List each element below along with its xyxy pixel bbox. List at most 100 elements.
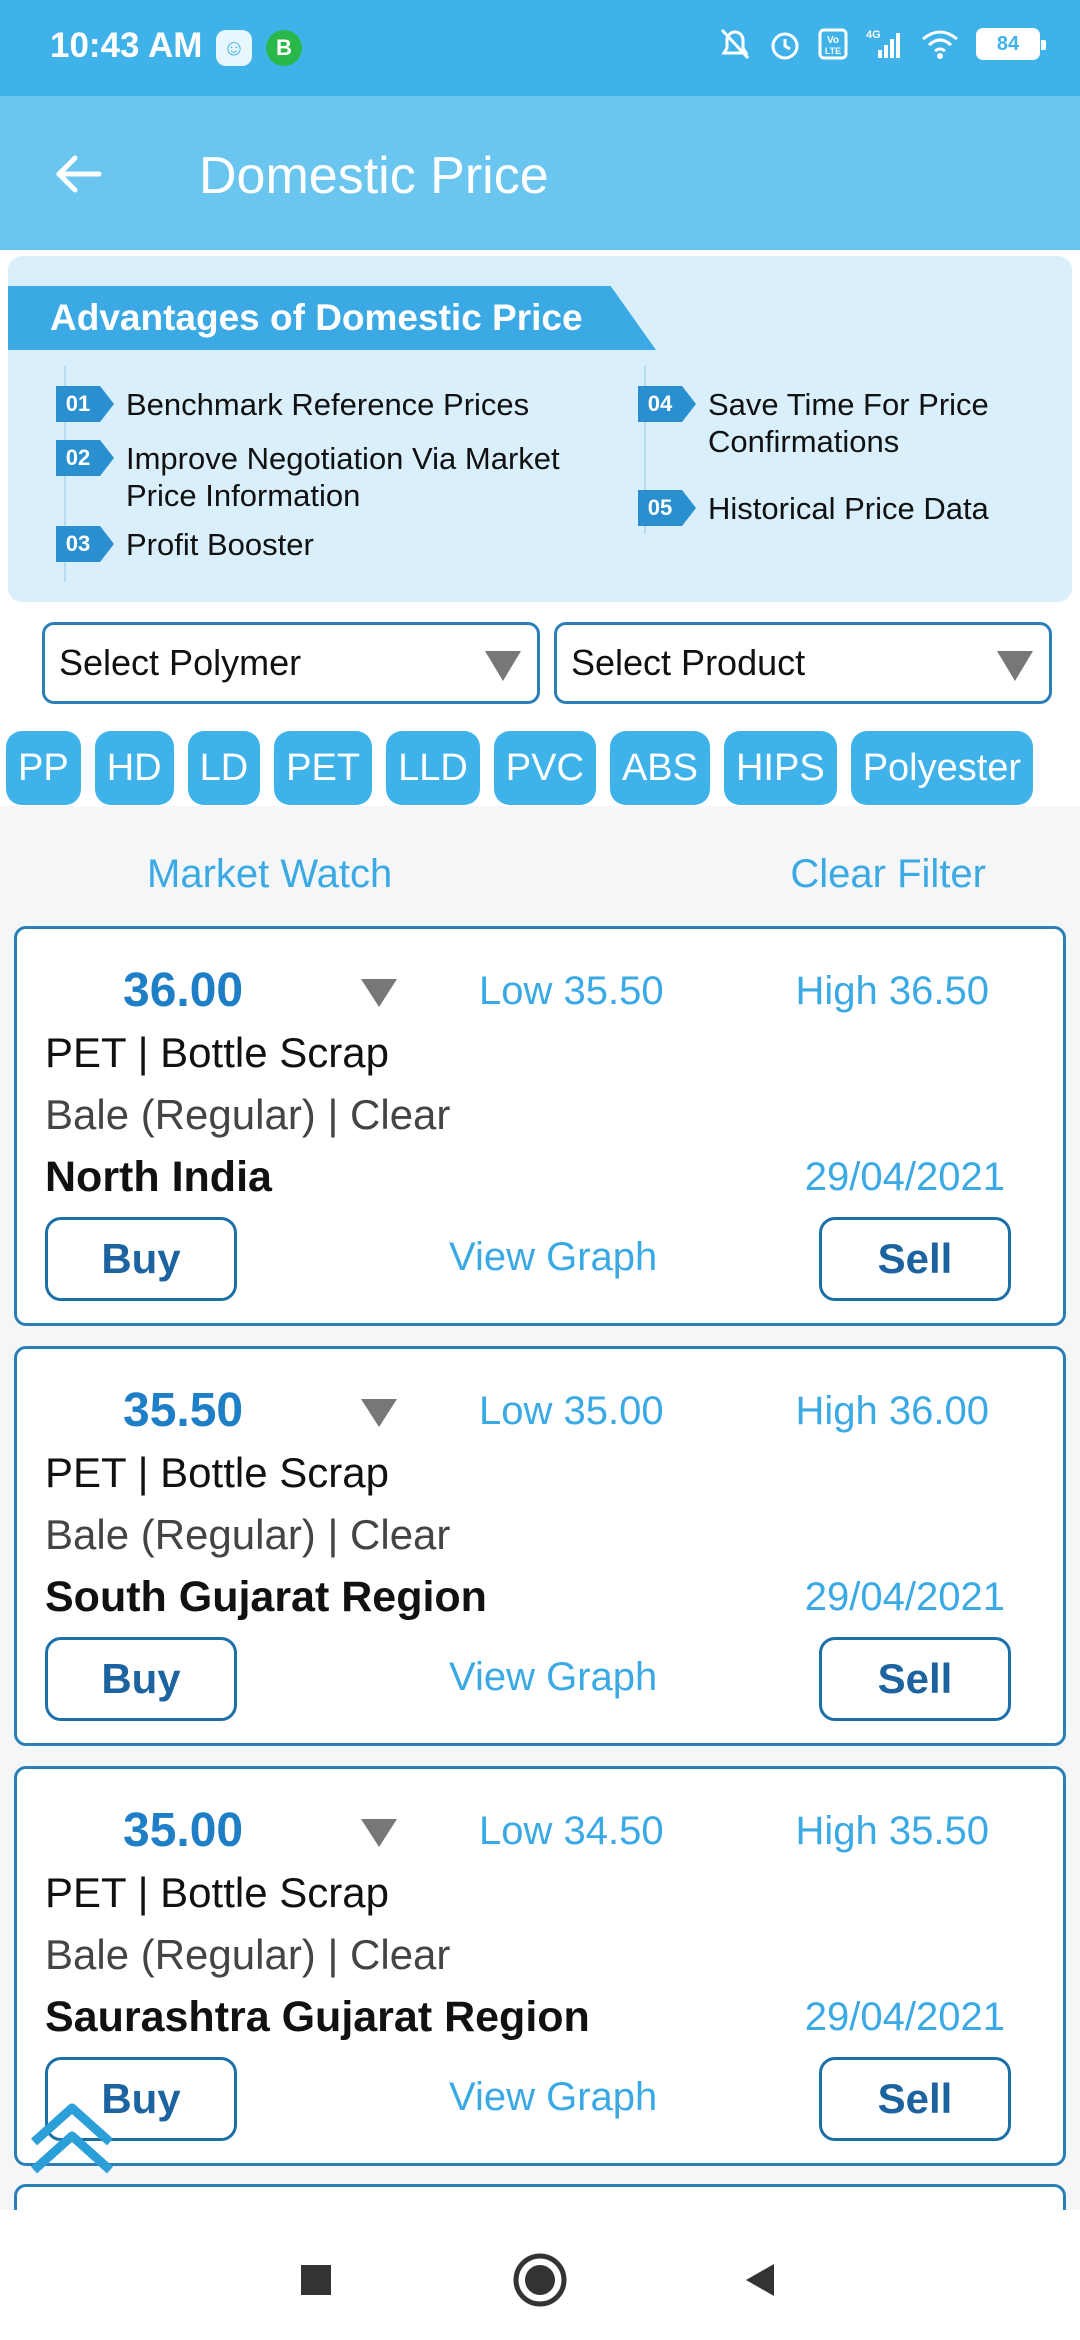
select-polymer-dropdown[interactable]: Select Polymer <box>42 622 540 704</box>
region-name: North India <box>45 1153 272 1201</box>
status-time: 10:43 AM <box>50 26 203 65</box>
advantage-item-05: 05 Historical Price Data <box>638 490 1058 527</box>
dropdown-arrow-icon <box>485 651 521 681</box>
advantage-text: Improve Negotiation Via Market Price Inf… <box>126 441 560 513</box>
advantage-number: 02 <box>56 440 114 476</box>
trend-down-icon <box>361 1819 397 1847</box>
chip-hips[interactable]: HIPS <box>723 731 837 805</box>
product-name: PET | Bottle Scrap <box>45 1869 389 1916</box>
sell-button[interactable]: Sell <box>819 1217 1011 1301</box>
buy-button[interactable]: Buy <box>45 1637 237 1721</box>
dropdown-arrow-icon <box>997 651 1033 681</box>
product-grade: Bale (Regular) | Clear <box>45 1091 451 1138</box>
price-date: 29/04/2021 <box>804 1575 1005 1619</box>
advantage-text: Profit Booster <box>126 527 314 562</box>
advantages-panel: Advantages of Domestic Price 01 Benchmar… <box>8 256 1072 602</box>
advantage-number: 05 <box>638 490 696 526</box>
sell-button[interactable]: Sell <box>819 1637 1011 1721</box>
product-grade: Bale (Regular) | Clear <box>45 1931 451 1978</box>
home-button[interactable] <box>510 2250 570 2310</box>
advantage-number: 01 <box>56 386 114 422</box>
sell-button[interactable]: Sell <box>819 2057 1011 2141</box>
status-app-icons: ☺ B <box>216 30 302 66</box>
price-card: 35.50 Low 35.00 High 36.00 PET | Bottle … <box>14 1346 1066 1746</box>
chip-abs[interactable]: ABS <box>609 731 710 805</box>
battery-icon: 84 <box>976 28 1046 60</box>
signal-icon: 4G <box>866 29 900 58</box>
status-bar: 10:43 AM ☺ B Vo LTE 4G 84 <box>0 0 1080 96</box>
advantage-text: Historical Price Data <box>708 491 989 526</box>
high-price: High 35.50 <box>795 1809 989 1853</box>
low-price: Low 35.50 <box>479 969 664 1013</box>
view-graph-link[interactable]: View Graph <box>449 1235 657 1280</box>
advantage-item-02: 02 Improve Negotiation Via Market Price … <box>56 440 616 514</box>
low-price: Low 34.50 <box>479 1809 664 1853</box>
alarm-icon <box>771 32 799 60</box>
advantage-text: Save Time For Price Confirmations <box>708 387 989 459</box>
region-name: South Gujarat Region <box>45 1573 487 1621</box>
advantage-item-01: 01 Benchmark Reference Prices <box>56 386 616 423</box>
advantage-number: 03 <box>56 526 114 562</box>
region-name: Saurashtra Gujarat Region <box>45 1993 590 2041</box>
high-price: High 36.00 <box>795 1389 989 1433</box>
chip-pvc[interactable]: PVC <box>493 731 596 805</box>
view-graph-link[interactable]: View Graph <box>449 1655 657 1700</box>
app-icon: ☺ <box>216 30 252 66</box>
high-price: High 36.50 <box>795 969 989 1013</box>
market-watch-link[interactable]: Market Watch <box>147 852 392 897</box>
chip-pet[interactable]: PET <box>274 731 373 805</box>
whatsapp-business-icon: B <box>266 30 302 66</box>
app-bar: Domestic Price <box>0 96 1080 250</box>
advantage-item-03: 03 Profit Booster <box>56 526 616 563</box>
recent-apps-button[interactable] <box>286 2250 346 2310</box>
trend-down-icon <box>361 1399 397 1427</box>
system-nav-bar <box>0 2210 1080 2340</box>
svg-text:4G: 4G <box>866 29 881 41</box>
chip-pp[interactable]: PP <box>6 731 81 805</box>
page-title: Domestic Price <box>199 147 549 205</box>
chip-hd[interactable]: HD <box>94 731 174 805</box>
advantage-item-04: 04 Save Time For Price Confirmations <box>638 386 1058 460</box>
price-value: 35.00 <box>123 1804 244 1857</box>
volte-icon: Vo LTE <box>818 28 848 60</box>
battery-level: 84 <box>996 32 1020 55</box>
advantage-number: 04 <box>638 386 696 422</box>
square-icon <box>301 2265 331 2295</box>
price-card: 35.00 Low 34.50 High 35.50 PET | Bottle … <box>14 1766 1066 2166</box>
scroll-to-top-button[interactable] <box>24 2090 120 2186</box>
price-value: 36.00 <box>123 964 244 1017</box>
advantages-title: Advantages of Domestic Price <box>8 286 656 350</box>
double-chevron-up-icon <box>30 2103 114 2174</box>
mute-icon <box>720 28 750 60</box>
select-product-dropdown[interactable]: Select Product <box>554 622 1052 704</box>
market-list-area: Market Watch Clear Filter 36.00 Low 35.5… <box>0 806 1080 2210</box>
status-right-icons: Vo LTE 4G 84 <box>718 26 1046 62</box>
trend-down-icon <box>361 979 397 1007</box>
product-name: PET | Bottle Scrap <box>45 1449 389 1496</box>
view-graph-link[interactable]: View Graph <box>449 2075 657 2120</box>
wifi-icon <box>922 30 958 59</box>
price-value: 35.50 <box>123 1384 244 1437</box>
back-nav-button[interactable] <box>730 2250 790 2310</box>
back-button[interactable] <box>40 136 116 212</box>
price-date: 29/04/2021 <box>804 1995 1005 2039</box>
price-card: 36.00 Low 35.50 High 36.50 PET | Bottle … <box>14 926 1066 1326</box>
buy-button[interactable]: Buy <box>45 1217 237 1301</box>
clear-filter-link[interactable]: Clear Filter <box>790 852 986 897</box>
arrow-left-icon <box>56 155 102 193</box>
circle-icon <box>513 2253 567 2307</box>
svg-text:Vo: Vo <box>827 35 839 46</box>
chip-ld[interactable]: LD <box>187 731 261 805</box>
price-date: 29/04/2021 <box>804 1155 1005 1199</box>
select-product-label: Select Product <box>571 642 806 683</box>
polymer-chips: PP HD LD PET LLD PVC ABS HIPS Polyester <box>6 731 1034 805</box>
chip-lld[interactable]: LLD <box>386 731 480 805</box>
triangle-back-icon <box>746 2264 774 2296</box>
low-price: Low 35.00 <box>479 1389 664 1433</box>
advantage-text: Benchmark Reference Prices <box>126 387 530 422</box>
product-name: PET | Bottle Scrap <box>45 1029 389 1076</box>
price-card-partial <box>14 2184 1066 2210</box>
chip-polyester[interactable]: Polyester <box>850 731 1034 805</box>
svg-text:LTE: LTE <box>825 46 841 56</box>
product-grade: Bale (Regular) | Clear <box>45 1511 451 1558</box>
